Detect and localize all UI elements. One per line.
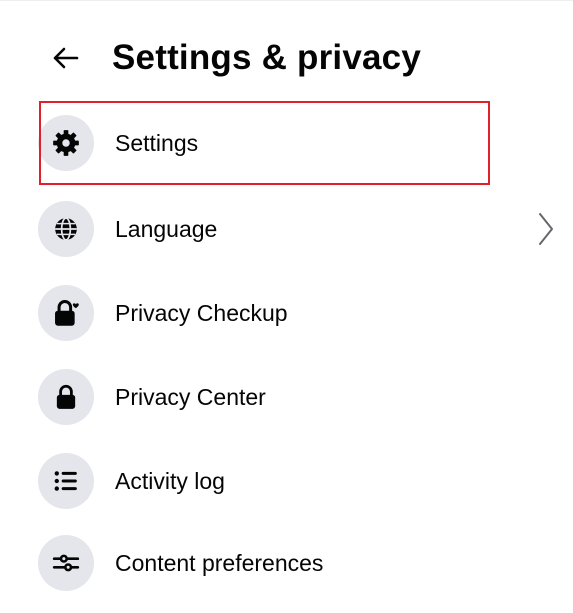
icon-circle xyxy=(38,453,94,509)
menu-item-label: Activity log xyxy=(115,468,225,494)
header: Settings & privacy xyxy=(0,23,573,93)
settings-privacy-panel: Settings & privacy Settings Language Pri… xyxy=(0,0,573,613)
lock-heart-icon xyxy=(55,299,79,326)
gear-icon xyxy=(53,130,79,156)
menu-item-label: Content preferences xyxy=(115,550,324,576)
chevron-right-icon xyxy=(530,211,562,247)
icon-circle xyxy=(38,369,94,425)
menu-item-label: Settings xyxy=(115,130,199,156)
menu-item-label: Privacy Checkup xyxy=(115,300,288,326)
menu-item-label: Language xyxy=(115,216,218,242)
icon-circle xyxy=(38,535,94,591)
menu-item-privacy-center[interactable]: Privacy Center xyxy=(0,361,573,433)
menu-item-privacy-checkup[interactable]: Privacy Checkup xyxy=(0,277,573,349)
icon-circle xyxy=(38,201,94,257)
list-icon xyxy=(54,471,77,491)
back-button[interactable] xyxy=(42,35,90,81)
icon-circle xyxy=(38,285,94,341)
arrow-left-icon xyxy=(53,47,79,69)
menu-item-language[interactable]: Language xyxy=(0,193,573,265)
sliders-icon xyxy=(52,554,80,572)
menu-item-content-preferences[interactable]: Content preferences xyxy=(0,527,573,599)
menu-item-activity-log[interactable]: Activity log xyxy=(0,445,573,517)
icon-circle xyxy=(38,115,94,171)
lock-icon xyxy=(56,384,76,409)
page-title: Settings & privacy xyxy=(112,38,421,77)
menu-item-label: Privacy Center xyxy=(115,384,266,410)
globe-icon xyxy=(55,217,77,241)
menu-item-settings[interactable]: Settings xyxy=(0,107,573,179)
